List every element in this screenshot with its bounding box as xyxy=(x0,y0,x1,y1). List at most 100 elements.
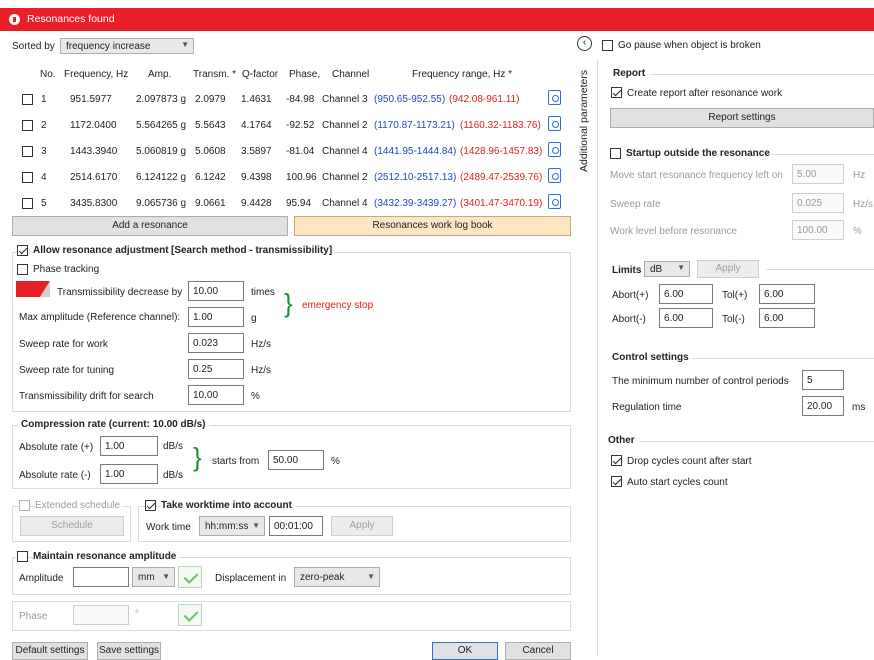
col-header-no: No. xyxy=(40,69,56,80)
phase-tracking-checkbox[interactable] xyxy=(17,264,28,275)
abs-rate-plus-unit: dB/s xyxy=(163,441,184,452)
auto-start-label: Auto start cycles count xyxy=(627,477,728,488)
sweep-tuning-input[interactable]: 0.25 xyxy=(188,359,244,379)
table-row[interactable]: 5 3435.8300 9.065736 g 9.0661 9.4428 95.… xyxy=(12,190,572,216)
starts-from-input[interactable]: 50.00 xyxy=(268,450,324,470)
apply-worktime-button[interactable]: Apply xyxy=(331,516,393,536)
sweep-tuning-unit: Hz/s xyxy=(251,365,271,376)
row-phase: 100.96 xyxy=(286,172,317,183)
abort-minus-label: Abort(-) xyxy=(612,314,646,325)
time-format-select[interactable]: hh:mm:ss ▼ xyxy=(199,516,265,536)
row-no: 4 xyxy=(41,172,47,183)
confirm-phase-icon[interactable] xyxy=(178,604,202,626)
row-qfactor: 3.5897 xyxy=(241,146,272,157)
work-level-input[interactable]: 100.00 xyxy=(792,220,844,240)
max-amplitude-input[interactable]: 1.00 xyxy=(188,307,244,327)
move-start-label: Move start resonance frequency left on xyxy=(610,170,783,181)
document-icon[interactable] xyxy=(548,168,561,183)
time-format-value: hh:mm:ss xyxy=(205,521,249,532)
drift-input[interactable]: 10.00 xyxy=(188,385,244,405)
starts-from-value: 50.00 xyxy=(273,455,299,466)
allow-adjustment-checkbox[interactable] xyxy=(17,245,28,256)
abort-plus-value: 6.00 xyxy=(664,289,684,300)
default-settings-button[interactable]: Default settings xyxy=(12,642,88,660)
abs-rate-plus-input[interactable]: 1.00 xyxy=(100,436,158,456)
maintain-amplitude-checkbox[interactable] xyxy=(17,551,28,562)
row-range-narrow: (950.65-952.55) xyxy=(374,94,446,105)
transm-decrease-value: 10.00 xyxy=(193,286,219,297)
go-pause-checkbox[interactable] xyxy=(602,40,613,51)
tol-plus-value: 6.00 xyxy=(764,289,784,300)
sweep-work-unit: Hz/s xyxy=(251,339,271,350)
table-row[interactable]: 4 2514.6170 6.124122 g 6.1242 9.4398 100… xyxy=(12,164,572,190)
table-row[interactable]: 1 951.5977 2.097873 g 2.0979 1.4631 -84.… xyxy=(12,86,572,112)
sweep-work-label: Sweep rate for work xyxy=(19,339,108,350)
move-start-input[interactable]: 5.00 xyxy=(792,164,844,184)
work-log-book-button[interactable]: Resonances work log book xyxy=(294,216,571,236)
row-range-wide: (1160.32-1183.76) xyxy=(460,120,541,131)
abort-plus-input[interactable]: 6.00 xyxy=(659,284,713,304)
abs-rate-minus-input[interactable]: 1.00 xyxy=(100,464,158,484)
document-icon[interactable] xyxy=(548,142,561,157)
row-range-narrow: (2512.10-2517.13) xyxy=(374,172,457,183)
limits-unit-value: dB xyxy=(650,264,663,275)
confirm-amplitude-icon[interactable] xyxy=(178,566,202,588)
table-row[interactable]: 3 1443.3940 5.060819 g 5.0608 3.5897 -81… xyxy=(12,138,572,164)
drift-label: Transmissibility drift for search xyxy=(19,391,154,402)
report-settings-button[interactable]: Report settings xyxy=(610,108,874,128)
col-header-amp: Amp. xyxy=(148,69,172,80)
phase-input[interactable] xyxy=(73,605,129,625)
chevron-down-icon: ▼ xyxy=(677,263,685,272)
drop-cycles-checkbox[interactable] xyxy=(611,455,622,466)
startup-outside-title: Startup outside the resonance xyxy=(626,148,770,159)
min-periods-input[interactable]: 5 xyxy=(802,370,844,390)
amplitude-unit-select[interactable]: mm ▼ xyxy=(132,567,175,587)
drift-value: 10.00 xyxy=(193,390,219,401)
transm-decrease-input[interactable]: 10.00 xyxy=(188,281,244,301)
create-report-checkbox[interactable] xyxy=(611,87,622,98)
regulation-time-input[interactable]: 20.00 xyxy=(802,396,844,416)
limits-unit-select[interactable]: dB ▼ xyxy=(644,261,690,277)
table-row[interactable]: 2 1172.0400 5.564265 g 5.5643 4.1764 -92… xyxy=(12,112,572,138)
row-range-narrow: (1170.87-1173.21) xyxy=(374,120,455,131)
extended-schedule-checkbox[interactable] xyxy=(19,500,30,511)
take-worktime-checkbox[interactable] xyxy=(145,500,156,511)
row-checkbox[interactable] xyxy=(22,120,33,131)
displacement-select[interactable]: zero-peak ▼ xyxy=(294,567,380,587)
window-title: Resonances found xyxy=(27,13,115,25)
document-icon[interactable] xyxy=(548,90,561,105)
abs-rate-minus-label: Absolute rate (-) xyxy=(19,470,91,481)
sort-select[interactable]: frequency increase ▼ xyxy=(60,38,194,54)
auto-start-checkbox[interactable] xyxy=(611,476,622,487)
worktime-input[interactable]: 00:01:00 xyxy=(269,516,323,536)
startup-outside-checkbox[interactable] xyxy=(610,148,621,159)
document-icon[interactable] xyxy=(548,116,561,131)
schedule-button[interactable]: Schedule xyxy=(20,516,124,536)
abort-minus-input[interactable]: 6.00 xyxy=(659,308,713,328)
row-checkbox[interactable] xyxy=(22,146,33,157)
tol-minus-input[interactable]: 6.00 xyxy=(759,308,815,328)
status-toggle[interactable] xyxy=(16,281,50,297)
document-icon[interactable] xyxy=(548,194,561,209)
abort-minus-value: 6.00 xyxy=(664,313,684,324)
sweep-work-input[interactable]: 0.023 xyxy=(188,333,244,353)
apply-limits-button[interactable]: Apply xyxy=(697,260,759,278)
min-periods-label: The minimum number of control periods xyxy=(612,376,789,387)
collapse-panel-icon[interactable]: ‹ xyxy=(577,36,592,51)
row-phase: -81.04 xyxy=(286,146,315,157)
row-checkbox[interactable] xyxy=(22,94,33,105)
row-range-wide: (942.08-961.11) xyxy=(449,94,520,105)
abort-plus-label: Abort(+) xyxy=(612,290,649,301)
row-frequency: 2514.6170 xyxy=(70,172,118,183)
startup-sweep-input[interactable]: 0.025 xyxy=(792,193,844,213)
tol-plus-input[interactable]: 6.00 xyxy=(759,284,815,304)
row-frequency: 1172.0400 xyxy=(70,120,117,131)
row-checkbox[interactable] xyxy=(22,198,33,209)
save-settings-button[interactable]: Save settings xyxy=(97,642,161,660)
amplitude-input[interactable] xyxy=(73,567,129,587)
ok-button[interactable]: OK xyxy=(432,642,498,660)
add-resonance-button[interactable]: Add a resonance xyxy=(12,216,288,236)
row-checkbox[interactable] xyxy=(22,172,33,183)
cancel-button[interactable]: Cancel xyxy=(505,642,571,660)
col-header-transm: Transm. * xyxy=(193,69,236,80)
